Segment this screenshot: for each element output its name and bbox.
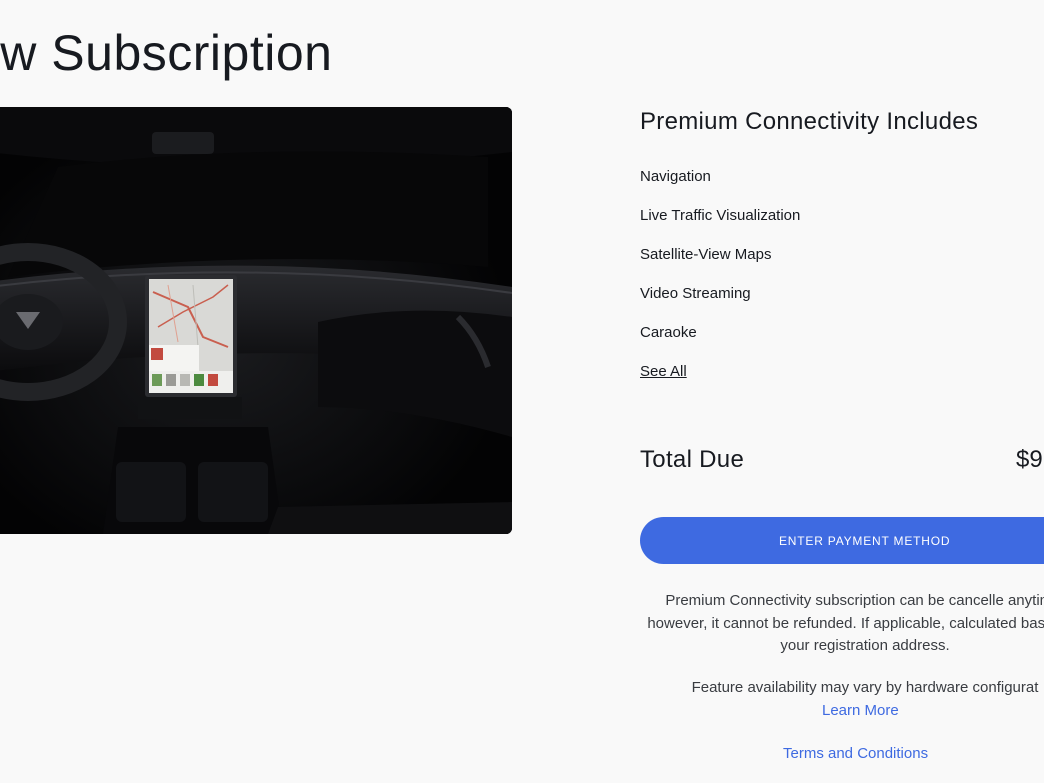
car-interior-image xyxy=(0,107,512,534)
feature-item: Navigation xyxy=(640,168,711,185)
page-title: ew Subscription xyxy=(0,25,333,81)
feature-item: Satellite-View Maps xyxy=(640,246,772,263)
features-heading: Premium Connectivity Includes xyxy=(640,108,979,135)
cancellation-note: Premium Connectivity subscription can be… xyxy=(647,592,1044,654)
total-due-label: Total Due xyxy=(640,446,745,473)
feature-item: Video Streaming xyxy=(640,285,751,302)
availability-note: Feature availability may vary by hardwar… xyxy=(691,679,1039,696)
enter-payment-method-button[interactable]: ENTER PAYMENT METHOD xyxy=(640,517,1044,564)
learn-more-link[interactable]: Learn More xyxy=(822,700,899,723)
feature-item: Caraoke xyxy=(640,324,697,341)
terms-and-conditions-link[interactable]: Terms and Conditions xyxy=(783,743,928,766)
feature-list: Navigation Live Traffic Visualization Sa… xyxy=(640,167,800,362)
subscription-page: ew Subscription Premium Connectivity Inc… xyxy=(0,0,1044,783)
see-all-link[interactable]: See All xyxy=(640,363,687,380)
total-due-value: $9 xyxy=(1016,446,1043,473)
feature-item: Live Traffic Visualization xyxy=(640,207,801,224)
